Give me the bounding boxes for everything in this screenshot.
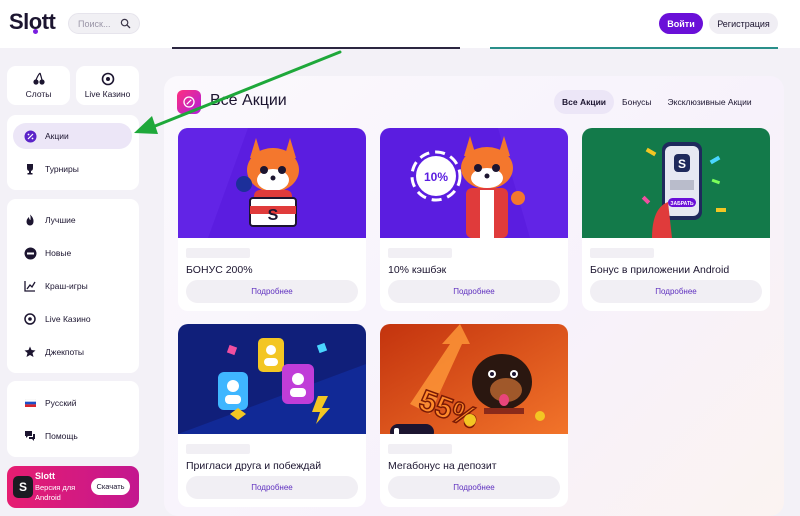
annotation-arrow <box>134 50 342 134</box>
